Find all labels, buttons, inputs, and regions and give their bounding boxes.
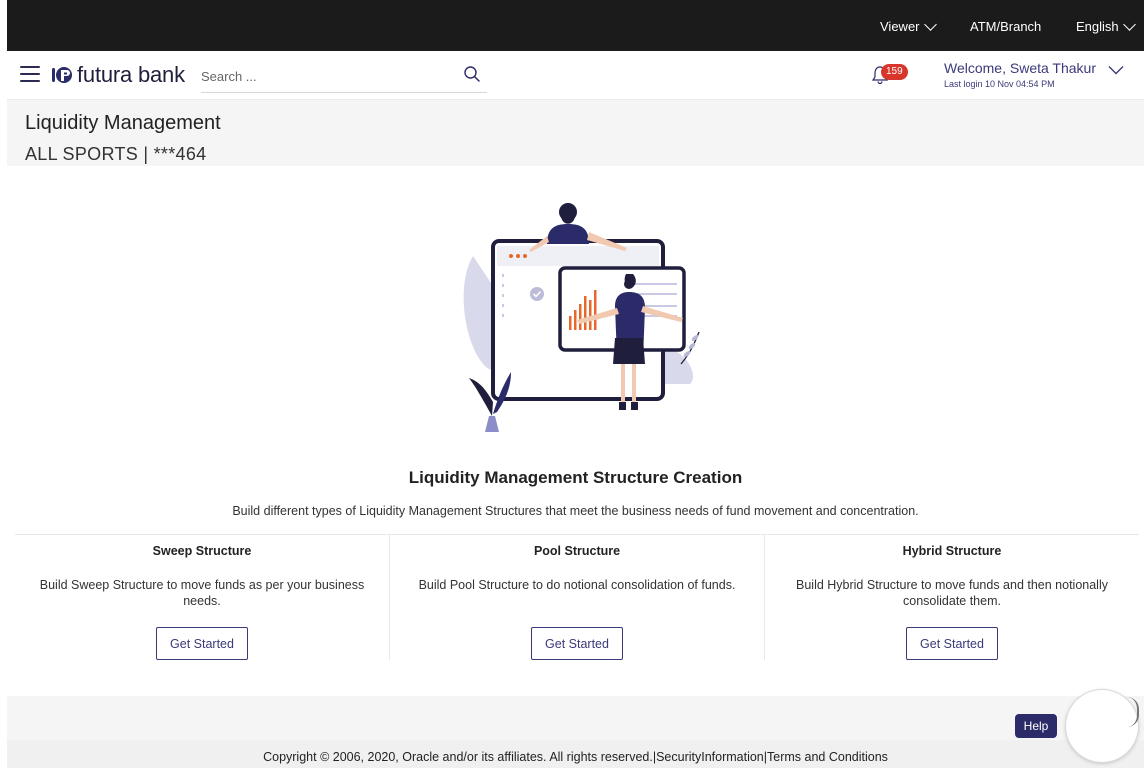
card-description: Build Hybrid Structure to move funds and…	[796, 578, 1108, 608]
notifications-button[interactable]: 159	[871, 64, 908, 90]
last-login-text: Last login 10 Nov 04:54 PM	[944, 79, 1055, 89]
sweep-get-started-button[interactable]: Get Started	[156, 627, 248, 660]
chevron-down-icon	[1122, 17, 1136, 31]
structure-options: Sweep Structure Build Sweep Structure to…	[15, 534, 1139, 660]
brand-name: futura bank	[77, 62, 185, 87]
chevron-down-icon[interactable]	[1108, 65, 1124, 75]
pool-get-started-button[interactable]: Get Started	[531, 627, 623, 660]
language-label: English	[1076, 19, 1119, 34]
page-title: Liquidity Management	[25, 112, 221, 134]
liquidity-illustration	[463, 203, 700, 432]
search-input[interactable]	[201, 65, 451, 87]
hybrid-structure-card: Hybrid Structure Build Hybrid Structure …	[765, 535, 1139, 660]
app-header: futura bank 159 Welcome, Sweta Thakur La…	[7, 51, 1144, 100]
card-title: Hybrid Structure	[902, 544, 1002, 558]
content-bottom-band	[7, 696, 1144, 740]
notification-count-badge: 159	[881, 64, 908, 80]
pool-structure-card: Pool Structure Build Pool Structure to d…	[390, 535, 765, 660]
welcome-text: Welcome, Sweta Thakur	[944, 60, 1096, 76]
structure-description: Build different types of Liquidity Manag…	[232, 504, 919, 518]
futura-logo-icon	[52, 67, 72, 83]
card-description: Build Pool Structure to do notional cons…	[418, 578, 736, 592]
hybrid-get-started-button[interactable]: Get Started	[906, 627, 998, 660]
atm-branch-link[interactable]: ATM/Branch	[970, 19, 1041, 34]
viewer-menu[interactable]: Viewer	[880, 17, 937, 34]
brand-logo[interactable]: futura bank	[51, 62, 185, 88]
sweep-structure-card: Sweep Structure Build Sweep Structure to…	[15, 535, 390, 660]
viewer-label: Viewer	[880, 19, 920, 34]
atm-branch-label: ATM/Branch	[970, 19, 1042, 34]
language-menu[interactable]: English	[1076, 17, 1136, 34]
hamburger-icon[interactable]	[20, 66, 40, 82]
help-button[interactable]: Help	[1015, 714, 1057, 738]
chevron-down-icon	[923, 17, 937, 31]
user-menu[interactable]: Welcome, Sweta Thakur Last login 10 Nov …	[944, 60, 1096, 89]
page-title-area: Liquidity Management ALL SPORTS | ***464	[7, 100, 1144, 166]
card-description: Build Sweep Structure to move funds as p…	[39, 578, 365, 608]
structure-heading: Liquidity Management Structure Creation	[408, 468, 743, 487]
card-title: Sweep Structure	[152, 544, 252, 558]
account-label: ALL SPORTS | ***464	[25, 144, 207, 164]
search-bar	[201, 59, 487, 93]
search-icon[interactable]	[463, 65, 481, 83]
main-content: Liquidity Management Structure Creation …	[7, 166, 1144, 696]
top-utility-bar: Viewer ATM/Branch English	[7, 0, 1144, 51]
card-title: Pool Structure	[533, 544, 621, 558]
footer-copyright: Copyright © 2006, 2020, Oracle and/or it…	[7, 740, 1144, 768]
